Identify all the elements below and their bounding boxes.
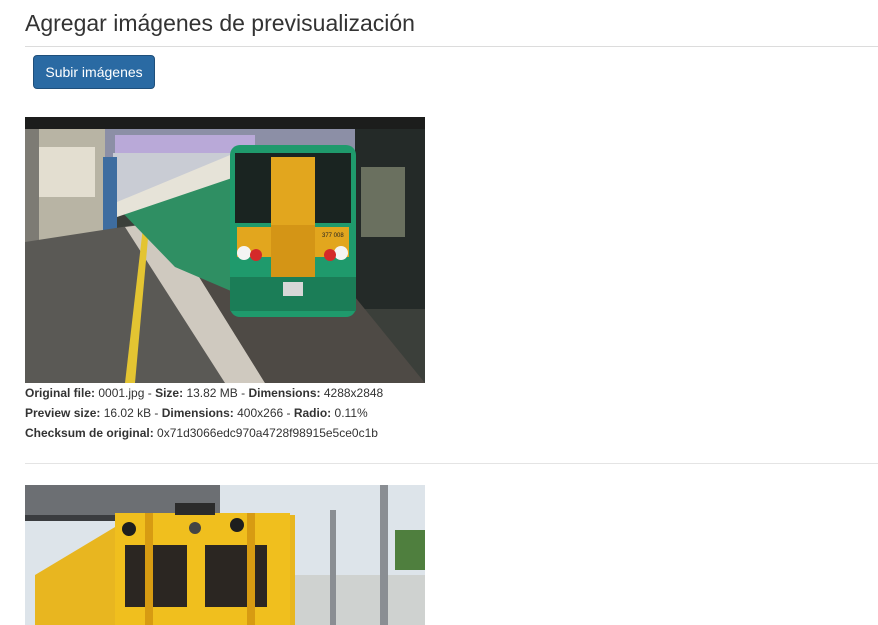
title-divider xyxy=(25,46,878,47)
preview-size-line: Preview size: 16.02 kB - Dimensions: 400… xyxy=(25,406,368,420)
original-file-line: Original file: 0001.jpg - Size: 13.82 MB… xyxy=(25,386,384,400)
train-number: 377 008 xyxy=(322,233,344,239)
item-divider xyxy=(25,463,878,464)
file-meta: Original file: 0001.jpg - Size: 13.82 MB… xyxy=(25,383,425,443)
upload-images-button[interactable]: Subir imágenes xyxy=(33,55,155,89)
preview-image-train: 377 008 xyxy=(25,117,425,383)
checksum-line: Checksum de original: 0x71d3066edc970a47… xyxy=(25,426,378,440)
preview-item: 377 008 Original file: 0001.jpg - Size: … xyxy=(25,117,425,443)
page-container: Agregar imágenes de previsualización Sub… xyxy=(25,0,878,625)
page-title: Agregar imágenes de previsualización xyxy=(25,10,415,36)
preview-item xyxy=(25,485,425,625)
preview-image-yellow-train xyxy=(25,485,425,625)
